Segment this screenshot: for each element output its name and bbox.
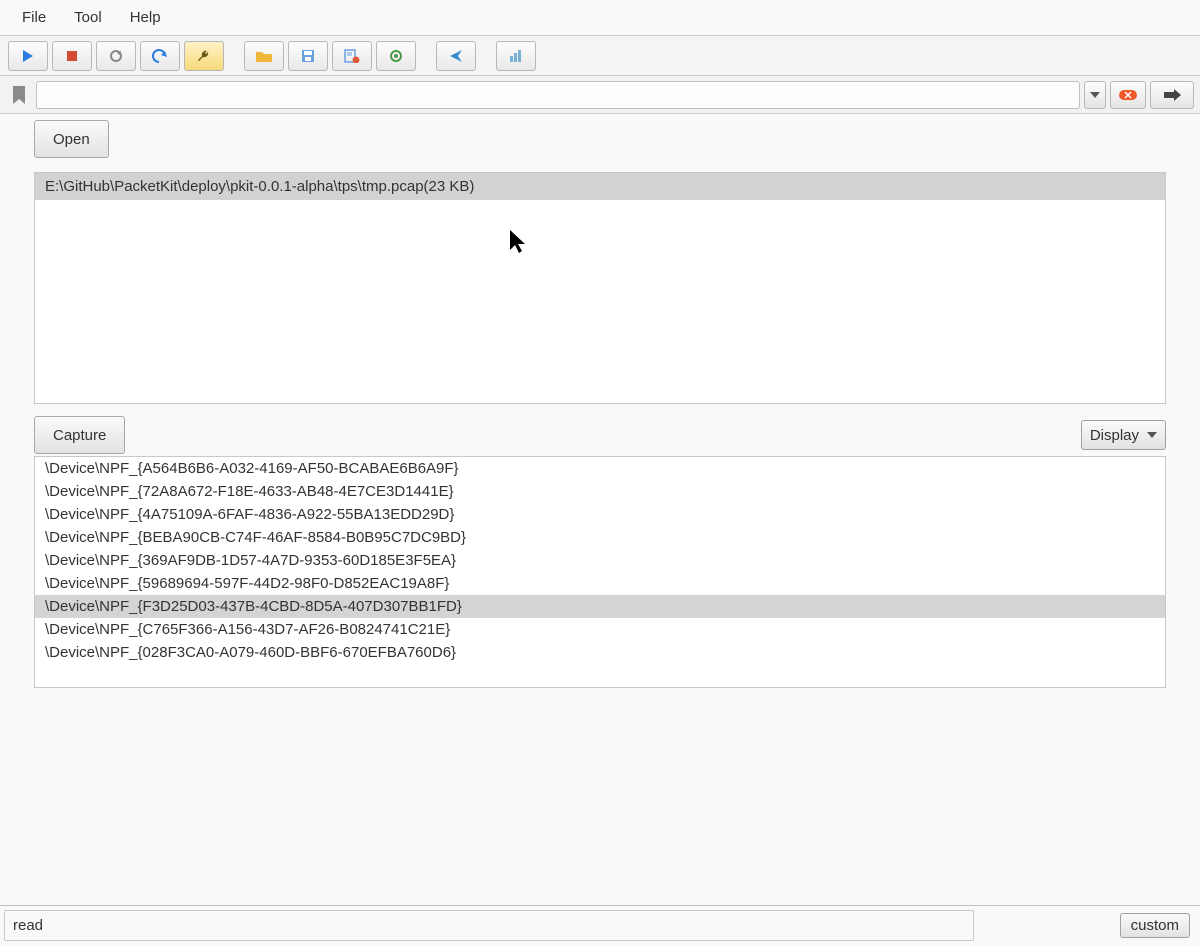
recent-files-list[interactable]: E:\GitHub\PacketKit\deploy\pkit-0.0.1-al… (34, 172, 1166, 404)
device-row[interactable]: \Device\NPF_{A564B6B6-A032-4169-AF50-BCA… (35, 457, 1165, 480)
device-row[interactable]: \Device\NPF_{72A8A672-F18E-4633-AB48-4E7… (35, 480, 1165, 503)
filter-input[interactable] (36, 81, 1080, 109)
device-row[interactable]: \Device\NPF_{369AF9DB-1D57-4A7D-9353-60D… (35, 549, 1165, 572)
undo-icon (151, 49, 169, 63)
chevron-down-icon (1147, 431, 1157, 439)
menubar: File Tool Help (0, 0, 1200, 36)
device-row[interactable]: \Device\NPF_{59689694-597F-44D2-98F0-D85… (35, 572, 1165, 595)
options-button[interactable] (184, 41, 224, 71)
menu-help[interactable]: Help (116, 5, 175, 30)
status-bar: read custom (0, 905, 1200, 945)
reload-button[interactable] (376, 41, 416, 71)
send-icon (448, 48, 464, 64)
device-row[interactable]: \Device\NPF_{C765F366-A156-43D7-AF26-B08… (35, 618, 1165, 641)
toolbar (0, 36, 1200, 76)
chart-icon (508, 49, 524, 63)
filter-dropdown-button[interactable] (1084, 81, 1106, 109)
recent-file-row[interactable]: E:\GitHub\PacketKit\deploy\pkit-0.0.1-al… (35, 173, 1165, 200)
main-content: Open E:\GitHub\PacketKit\deploy\pkit-0.0… (0, 114, 1200, 905)
capture-button[interactable]: Capture (34, 416, 125, 454)
stop-icon (66, 50, 78, 62)
restart-icon (108, 48, 124, 64)
display-dropdown-label: Display (1090, 427, 1139, 444)
restart-button[interactable] (96, 41, 136, 71)
send-button[interactable] (436, 41, 476, 71)
arrow-right-icon (1162, 88, 1182, 102)
save-button[interactable] (288, 41, 328, 71)
menu-tool[interactable]: Tool (60, 5, 116, 30)
device-row[interactable]: \Device\NPF_{4A75109A-6FAF-4836-A922-55B… (35, 503, 1165, 526)
undo-button[interactable] (140, 41, 180, 71)
clear-icon (1117, 88, 1139, 102)
close-file-button[interactable] (332, 41, 372, 71)
device-list[interactable]: \Device\NPF_{A564B6B6-A032-4169-AF50-BCA… (34, 456, 1166, 688)
open-button[interactable]: Open (34, 120, 109, 158)
close-file-icon (344, 49, 360, 63)
apply-filter-button[interactable] (1150, 81, 1194, 109)
open-file-button[interactable] (244, 41, 284, 71)
play-icon (21, 49, 35, 63)
status-text: read (4, 910, 974, 941)
save-icon (301, 49, 315, 63)
folder-icon (255, 49, 273, 63)
chevron-down-icon (1090, 91, 1100, 99)
filter-bar (0, 76, 1200, 114)
clear-filter-button[interactable] (1110, 81, 1146, 109)
start-button[interactable] (8, 41, 48, 71)
device-row[interactable]: \Device\NPF_{028F3CA0-A079-460D-BBF6-670… (35, 641, 1165, 664)
menu-file[interactable]: File (8, 5, 60, 30)
custom-button[interactable]: custom (1120, 913, 1190, 938)
device-row[interactable]: \Device\NPF_{F3D25D03-437B-4CBD-8D5A-407… (35, 595, 1165, 618)
bookmark-icon (11, 85, 27, 105)
stop-button[interactable] (52, 41, 92, 71)
reload-icon (388, 48, 404, 64)
display-dropdown[interactable]: Display (1081, 420, 1166, 450)
device-row[interactable]: \Device\NPF_{BEBA90CB-C74F-46AF-8584-B0B… (35, 526, 1165, 549)
bookmark-button[interactable] (6, 81, 32, 109)
stats-button[interactable] (496, 41, 536, 71)
wrench-icon (196, 48, 212, 64)
